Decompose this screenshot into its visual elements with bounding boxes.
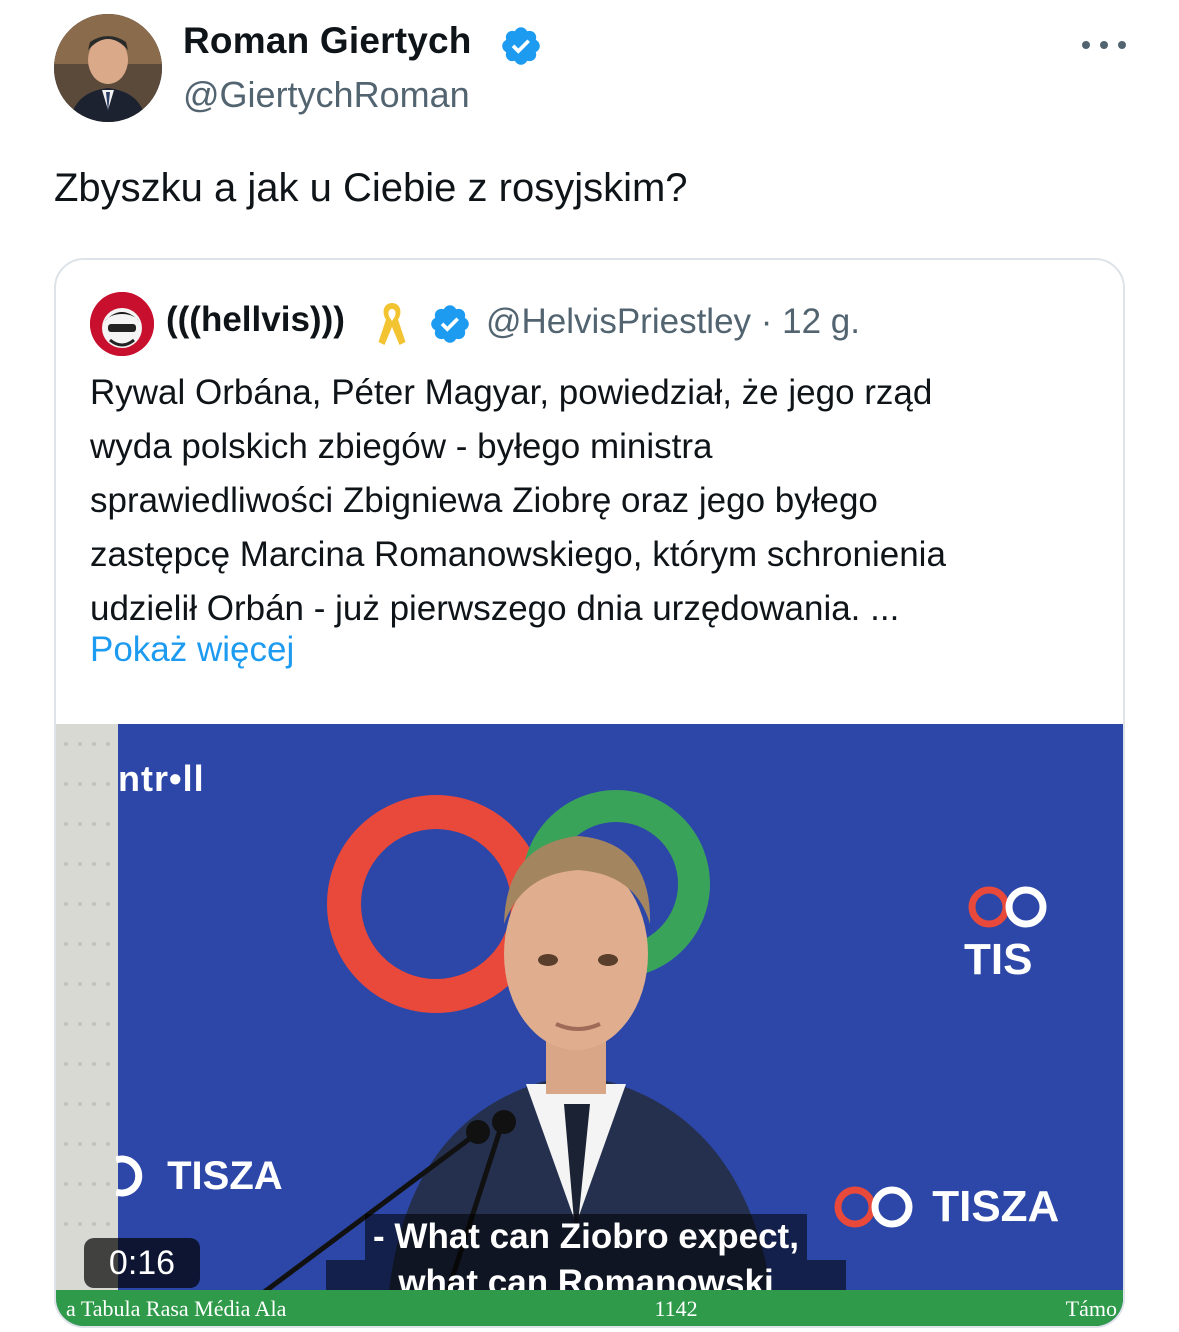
quoted-text-line: sprawiedliwości Zbigniewa Ziobrę oraz je…	[90, 481, 878, 520]
quoted-author-handle[interactable]: @HelvisPriestley · 12 g.	[486, 302, 860, 342]
more-options-icon[interactable]	[1082, 30, 1126, 60]
quoted-tweet-text: Rywal Orbána, Péter Magyar, powiedział, …	[90, 366, 1100, 636]
verified-badge-icon	[502, 27, 540, 65]
author-handle[interactable]: @GiertychRoman	[183, 74, 470, 116]
quoted-tweet-card[interactable]: (((hellvis))) @HelvisPriestley · 12 g. R…	[54, 258, 1125, 1328]
tisza-logo-top: TIS	[964, 880, 1123, 985]
tisza-logo-bottom: TISZA	[830, 1180, 1059, 1232]
quoted-text-line: udzielił Orbán - już pierwszego dnia urz…	[90, 589, 900, 628]
tisza-logo-left: TISZA	[116, 1152, 283, 1199]
ticker-text-middle: 1142	[654, 1296, 698, 1321]
tisza-infinity-icon	[116, 1155, 143, 1197]
tweet-text: Zbyszku a jak u Ciebie z rosyjskim?	[54, 166, 688, 210]
ticker-text-left: a Tabula Rasa Média Ala	[66, 1296, 287, 1321]
video-news-ticker: a Tabula Rasa Média Ala 1142 Támo	[56, 1290, 1123, 1326]
quoted-text-line: Rywal Orbána, Péter Magyar, powiedział, …	[90, 373, 933, 412]
subtitle-line: - What can Ziobro expect,	[365, 1214, 807, 1260]
tisza-logo-text: TIS	[964, 934, 1033, 984]
broadcaster-watermark: ntr•ll	[118, 758, 205, 799]
quoted-text-line: wyda polskich zbiegów - byłego ministra	[90, 427, 713, 466]
author-avatar[interactable]	[54, 14, 162, 122]
show-more-link[interactable]: Pokaż więcej	[90, 630, 294, 670]
author-name[interactable]: Roman Giertych	[183, 20, 472, 62]
verified-badge-icon	[431, 305, 469, 343]
video-timestamp: 0:16	[84, 1238, 200, 1288]
tisza-logo-text: TISZA	[167, 1153, 283, 1198]
tisza-logo-text: TISZA	[932, 1182, 1060, 1232]
yellow-ribbon-icon	[378, 303, 406, 345]
quoted-author-avatar[interactable]	[90, 292, 154, 356]
quoted-author-name[interactable]: (((hellvis)))	[166, 300, 345, 340]
ticker-text-right: Támo	[1065, 1296, 1117, 1321]
video-player[interactable]: ntr•ll TIS TISZA TISZA - What can Ziobro…	[56, 724, 1123, 1326]
tisza-infinity-icon	[968, 886, 1047, 928]
quoted-text-line: zastępcę Marcina Romanowskiego, którym s…	[90, 535, 946, 574]
